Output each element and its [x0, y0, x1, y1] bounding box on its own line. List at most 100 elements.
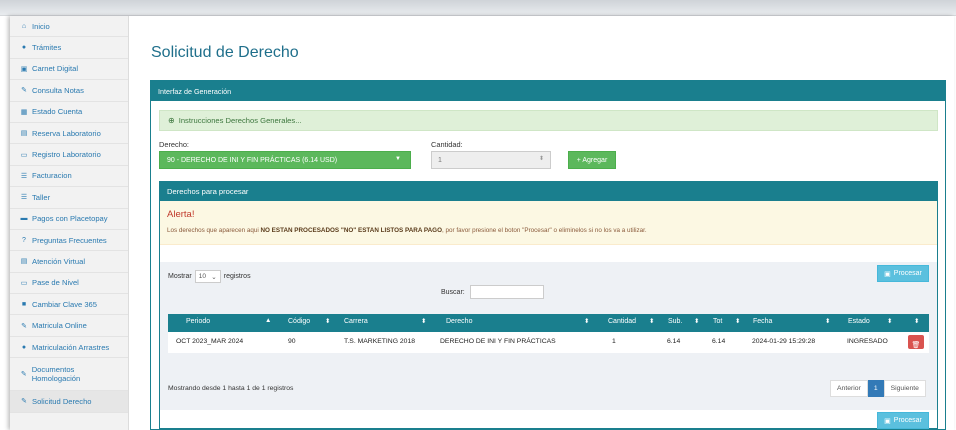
cell-periodo: OCT 2023_MAR 2024 — [176, 338, 244, 345]
sidebar-item-matricula-online[interactable]: ✎ Matricula Online — [10, 315, 128, 337]
sort-asc-icon[interactable]: ▲ — [265, 317, 271, 324]
spinner-icon[interactable]: ⬍ — [539, 155, 544, 162]
sort-icon[interactable]: ⬍ — [325, 317, 330, 325]
sidebar-item-pase-nivel[interactable]: ▭ Pase de Nivel — [10, 273, 128, 295]
sidebar-item-facturacion[interactable]: ☰ Facturacion — [10, 166, 128, 188]
edit-icon: ✎ — [21, 322, 27, 330]
sort-icon[interactable]: ⬍ — [421, 317, 426, 325]
sidebar-item-reserva-lab[interactable]: ▤ Reserva Laboratorio — [10, 123, 128, 145]
procesar-button-bottom[interactable]: ▣ Procesar — [877, 412, 929, 429]
chevron-down-icon: ⌄ — [211, 273, 217, 281]
main-content: Solicitud de Derecho Interfaz de Generac… — [129, 16, 954, 430]
cell-cantidad: 1 — [612, 338, 616, 345]
sidebar-item-label: Inicio — [32, 21, 50, 31]
derecho-select[interactable]: 90 - DERECHO DE INI Y FIN PRÁCTICAS (6.1… — [159, 151, 411, 169]
sidebar-item-carnet[interactable]: ▣ Carnet Digital — [10, 59, 128, 81]
sidebar-item-placetopay[interactable]: ▬ Pagos con Placetopay — [10, 209, 128, 230]
chevron-down-icon: ▼ — [395, 156, 401, 162]
sort-icon[interactable]: ⬍ — [649, 317, 654, 325]
sidebar-item-label: Taller — [32, 192, 51, 202]
sidebar-item-label: Solicitud Derecho — [32, 396, 92, 406]
plus-circle-icon: ⊕ — [168, 116, 175, 125]
col-cantidad[interactable]: Cantidad — [608, 318, 636, 325]
edit-icon: ✎ — [21, 398, 27, 406]
sidebar-item-inicio[interactable]: ⌂ Inicio — [10, 16, 128, 38]
save-icon: ▣ — [884, 270, 891, 278]
sidebar-item-label: Matriculación Arrastres — [32, 342, 110, 352]
sidebar-item-tramites[interactable]: ● Trámites — [10, 37, 128, 59]
alert-title: Alerta! — [167, 209, 195, 220]
show-label: Mostrar — [168, 273, 192, 280]
col-carrera[interactable]: Carrera — [344, 318, 368, 325]
delete-button[interactable]: 🗑 — [908, 335, 924, 349]
sidebar-item-taller[interactable]: ☰ Taller — [10, 187, 128, 209]
length-control: Mostrar 10 ⌄ registros — [168, 270, 251, 283]
panel-heading: Interfaz de Generación — [151, 81, 945, 101]
cell-carrera: T.S. MARKETING 2018 — [344, 338, 416, 345]
trash-icon: 🗑 — [911, 342, 921, 349]
col-periodo[interactable]: Periodo — [186, 318, 210, 325]
sidebar-item-label: Cambiar Clave 365 — [32, 299, 97, 309]
cantidad-value: 1 — [438, 156, 442, 164]
sidebar: ⌂ Inicio ● Trámites ▣ Carnet Digital ✎ Consu… — [10, 16, 129, 430]
derecho-select-value: 90 - DERECHO DE INI Y FIN PRÁCTICAS (6.1… — [167, 156, 338, 164]
sidebar-item-clave-365[interactable]: ■ Cambiar Clave 365 — [10, 294, 128, 316]
sidebar-item-label: Registro Laboratorio — [32, 150, 101, 160]
sidebar-item-label: Pase de Nivel — [32, 278, 79, 288]
list-icon: ☰ — [20, 194, 28, 202]
browser-top-bar — [0, 0, 956, 16]
procesar-button-top[interactable]: ▣ Procesar — [877, 265, 929, 282]
prev-page-button[interactable]: Anterior — [830, 380, 868, 397]
sidebar-item-registro-lab[interactable]: ▭ Registro Laboratorio — [10, 144, 128, 166]
search-input[interactable] — [469, 285, 544, 299]
sidebar-item-arrastres[interactable]: ● Matriculación Arrastres — [10, 337, 128, 359]
sort-icon[interactable]: ⬍ — [735, 317, 740, 325]
agregar-button[interactable]: + Agregar — [568, 151, 616, 169]
derechos-table: Periodo ▲ Código ⬍ Carrera ⬍ Derecho ⬍ Canti… — [168, 314, 929, 353]
sidebar-item-solicitud-derecho[interactable]: ✎ Solicitud Derecho — [10, 391, 128, 413]
sidebar-item-homologacion[interactable]: ✎ Documentos Homologación — [10, 358, 128, 392]
alert-text: Los derechos que aparecen aqui NO ESTAN … — [167, 227, 647, 234]
next-page-button[interactable]: Siguiente — [883, 380, 926, 397]
col-sub[interactable]: Sub. — [668, 318, 682, 325]
sort-icon[interactable]: ⬍ — [914, 317, 919, 325]
alert-box: Alerta! Los derechos que aparecen aqui N… — [160, 201, 937, 245]
col-codigo[interactable]: Código — [288, 318, 310, 325]
pencil-icon: ✎ — [21, 87, 27, 95]
laptop-icon: ▭ — [20, 151, 28, 159]
derechos-panel: Derechos para procesar Alerta! Los derec… — [159, 181, 938, 429]
search-control: Buscar: — [441, 285, 544, 299]
cell-derecho: DERECHO DE INI Y FIN PRÁCTICAS — [440, 338, 556, 345]
sidebar-item-label: Matricula Online — [32, 321, 87, 331]
cell-fecha: 2024-01-29 15:29:28 — [752, 338, 816, 345]
question-icon: ? — [22, 236, 26, 244]
sidebar-item-faq[interactable]: ? Preguntas Frecuentes — [10, 230, 128, 252]
sidebar-item-estado-cuenta[interactable]: ▦ Estado Cuenta — [10, 102, 128, 123]
col-fecha[interactable]: Fecha — [753, 318, 772, 325]
cantidad-input[interactable]: 1 ⬍ — [431, 151, 551, 169]
edit-icon: ✎ — [20, 370, 27, 378]
derecho-label: Derecho: — [159, 140, 189, 149]
col-estado[interactable]: Estado — [848, 318, 870, 325]
table-header: Periodo ▲ Código ⬍ Carrera ⬍ Derecho ⬍ Canti… — [168, 314, 929, 332]
length-select[interactable]: 10 ⌄ — [194, 270, 221, 283]
sort-icon[interactable]: ⬍ — [584, 317, 589, 325]
sidebar-item-atencion-virtual[interactable]: ▤ Atención Virtual — [10, 251, 128, 273]
people-icon: ● — [21, 44, 27, 52]
ticket-icon: ▭ — [20, 279, 28, 287]
search-label: Buscar: — [441, 288, 465, 296]
sidebar-item-label: Preguntas Frecuentes — [32, 235, 107, 245]
col-derecho[interactable]: Derecho — [446, 318, 472, 325]
sort-icon[interactable]: ⬍ — [694, 317, 699, 325]
subpanel-heading: Derechos para procesar — [160, 182, 937, 201]
instructions-toggle[interactable]: ⊕ Instrucciones Derechos Generales... — [159, 110, 938, 131]
sidebar-item-label: Consulta Notas — [32, 85, 84, 95]
col-tot[interactable]: Tot — [713, 318, 722, 325]
sort-icon[interactable]: ⬍ — [887, 317, 892, 325]
calendar-icon: ▤ — [20, 130, 28, 138]
page-1-button[interactable]: 1 — [867, 380, 884, 397]
page-title: Solicitud de Derecho — [151, 44, 299, 61]
sort-icon[interactable]: ⬍ — [825, 317, 830, 325]
sidebar-item-notas[interactable]: ✎ Consulta Notas — [10, 80, 128, 102]
table-row: OCT 2023_MAR 2024 90 T.S. MARKETING 2018… — [168, 332, 929, 353]
